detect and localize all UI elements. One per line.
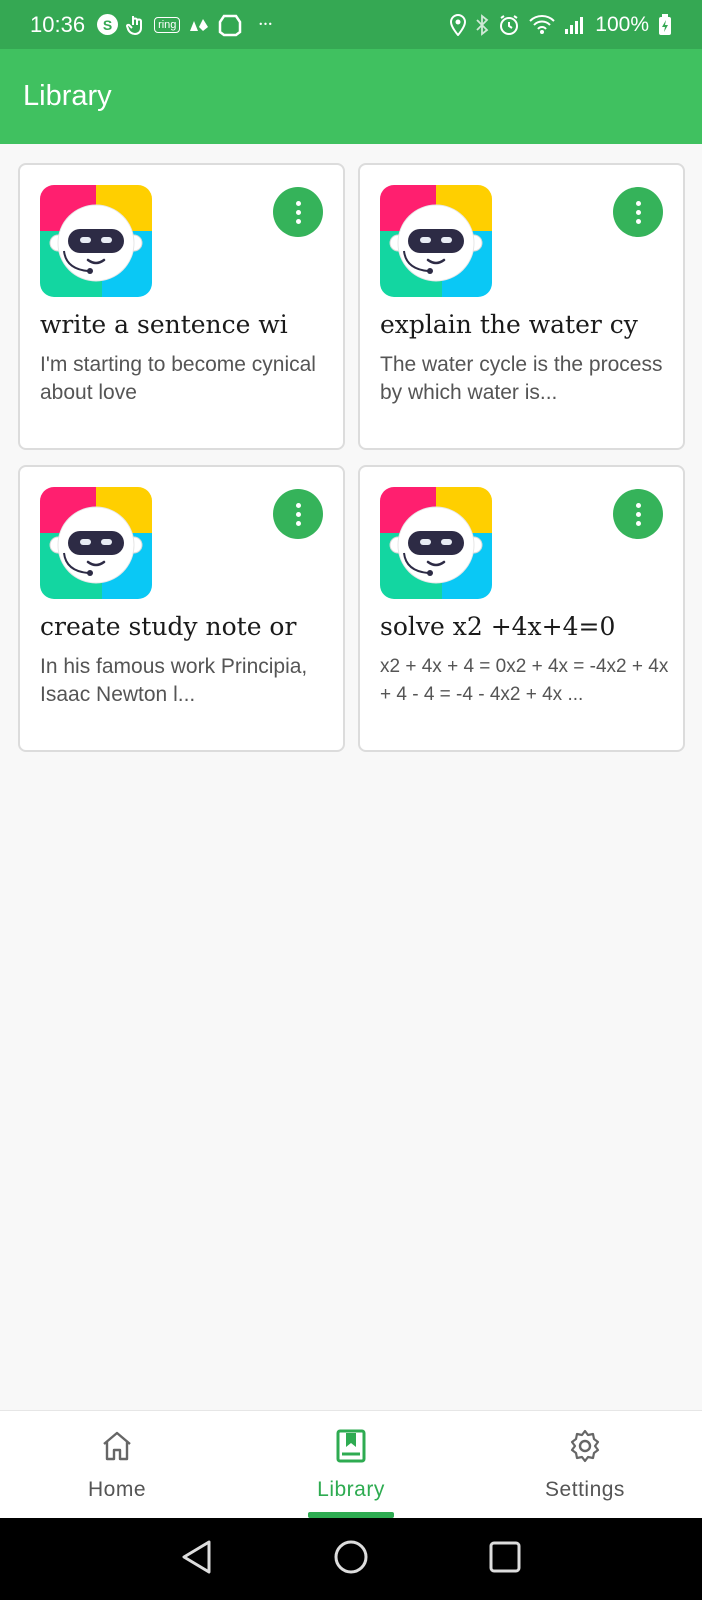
home-circle-icon[interactable]: [333, 1539, 369, 1579]
card-preview-text: In his famous work Principia, Isaac Newt…: [40, 655, 308, 706]
card-preview-text: x2 + 4x + 4 = 0x2 + 4x = -4x2 + 4x + 4 -…: [380, 656, 669, 705]
card-title: solve x2 +4x+4=0: [380, 612, 616, 641]
app-bar: Library: [0, 49, 702, 144]
battery-percent: 100%: [595, 12, 649, 36]
bottom-navigation: Home Library Settings: [0, 1410, 702, 1518]
card-preview-text: I'm starting to become cynical about lov…: [40, 353, 316, 404]
library-card[interactable]: create study note or In his famous work …: [18, 465, 345, 752]
battery-charging-icon: [658, 13, 672, 36]
more-options-button[interactable]: [273, 489, 323, 539]
app-outline-icon: [218, 13, 242, 37]
nav-item-home[interactable]: Home: [0, 1411, 234, 1518]
card-title: create study note or: [40, 612, 297, 641]
nav-label-home: Home: [87, 1478, 147, 1501]
wifi-icon: [529, 14, 555, 35]
status-time: 10:36: [30, 11, 86, 37]
nav-label-library: Library: [317, 1478, 385, 1501]
recents-icon[interactable]: [488, 1540, 522, 1578]
tag-icon: [188, 17, 210, 33]
back-icon[interactable]: [180, 1539, 214, 1579]
more-notifications-icon: •••: [258, 20, 273, 29]
more-options-button[interactable]: [613, 489, 663, 539]
gear-icon: [567, 1428, 603, 1464]
library-card[interactable]: explain the water cy The water cycle is …: [358, 163, 685, 450]
page-title: Library: [23, 80, 112, 112]
robot-avatar-icon: [40, 185, 152, 297]
library-card[interactable]: solve x2 +4x+4=0 x2 + 4x + 4 = 0x2 + 4x …: [358, 465, 685, 752]
robot-avatar-icon: [380, 487, 492, 599]
library-card[interactable]: write a sentence wi I'm starting to beco…: [18, 163, 345, 450]
bluetooth-icon: [475, 13, 489, 36]
alarm-icon: [498, 14, 520, 36]
card-title: explain the water cy: [380, 310, 638, 339]
location-icon: [450, 13, 467, 36]
robot-avatar-icon: [380, 185, 492, 297]
hand-icon: [126, 14, 146, 36]
card-preview-text: The water cycle is the process by which …: [380, 353, 663, 404]
card-title: write a sentence wi: [40, 310, 288, 339]
skype-icon: S: [97, 14, 119, 35]
signal-icon: [564, 15, 586, 35]
book-icon: [333, 1428, 369, 1464]
nav-label-settings: Settings: [545, 1478, 625, 1501]
nav-item-settings[interactable]: Settings: [468, 1411, 702, 1518]
robot-avatar-icon: [40, 487, 152, 599]
system-navigation-bar: [0, 1518, 702, 1600]
home-icon: [99, 1428, 135, 1464]
nav-item-library[interactable]: Library: [234, 1411, 468, 1518]
status-bar: 10:36 S ring ••• 100%: [0, 0, 702, 49]
more-options-button[interactable]: [613, 187, 663, 237]
ring-icon: ring: [154, 16, 181, 33]
more-options-button[interactable]: [273, 187, 323, 237]
